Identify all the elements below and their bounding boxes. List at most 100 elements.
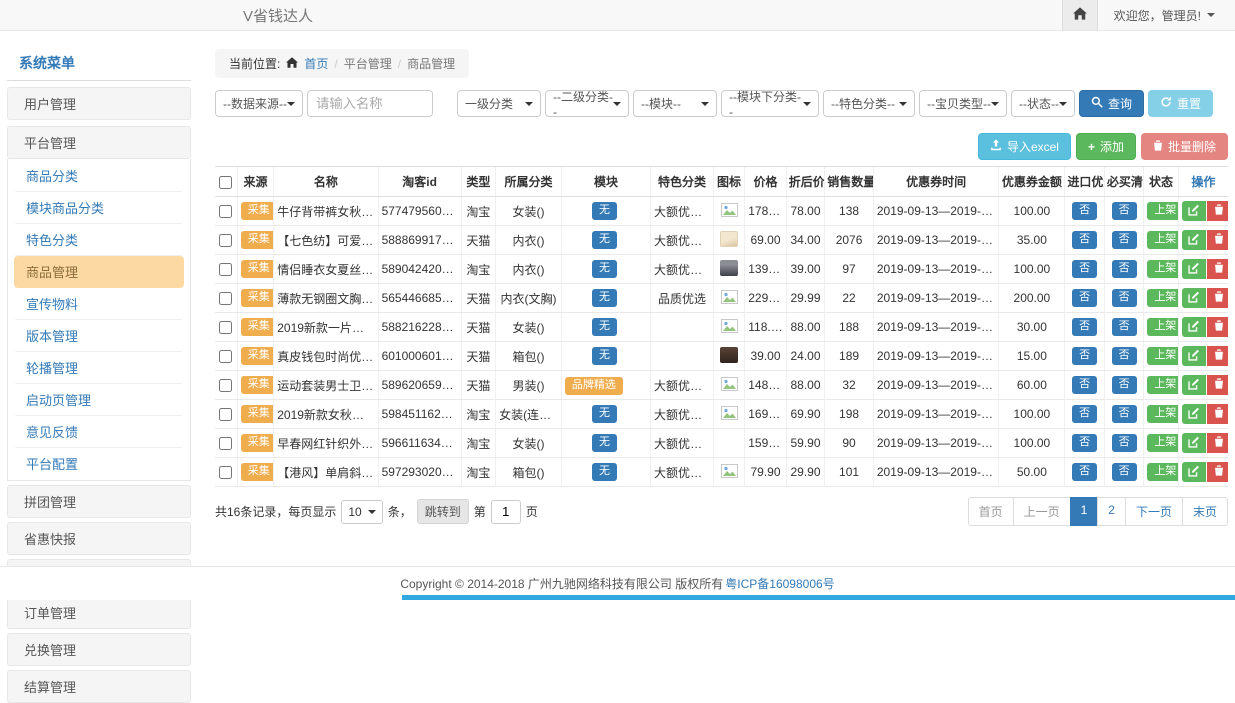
- row-checkbox[interactable]: [219, 350, 232, 363]
- edit-button[interactable]: [1182, 230, 1206, 250]
- sidebar-item-users[interactable]: 用户管理: [7, 87, 191, 120]
- import-select-toggle[interactable]: 否: [1072, 376, 1097, 394]
- filter-select[interactable]: --二级分类--: [545, 90, 629, 117]
- edit-button[interactable]: [1182, 404, 1206, 424]
- row-checkbox[interactable]: [219, 321, 232, 334]
- status-badge[interactable]: 上架: [1147, 202, 1178, 220]
- must-buy-toggle[interactable]: 否: [1112, 289, 1137, 307]
- reset-button[interactable]: 重置: [1148, 90, 1213, 117]
- status-badge[interactable]: 上架: [1147, 289, 1178, 307]
- sidebar-group-item[interactable]: 省惠快报: [7, 522, 191, 555]
- delete-button[interactable]: [1207, 462, 1228, 482]
- jump-page-input[interactable]: [491, 500, 521, 524]
- delete-button[interactable]: [1207, 288, 1228, 308]
- filter-select[interactable]: --模块--: [633, 90, 717, 117]
- must-buy-toggle[interactable]: 否: [1112, 434, 1137, 452]
- delete-button[interactable]: [1207, 317, 1228, 337]
- must-buy-toggle[interactable]: 否: [1112, 231, 1137, 249]
- delete-button[interactable]: [1207, 433, 1228, 453]
- status-badge[interactable]: 上架: [1147, 434, 1178, 452]
- must-buy-toggle[interactable]: 否: [1112, 405, 1137, 423]
- delete-button[interactable]: [1207, 404, 1228, 424]
- pagination-button[interactable]: 末页: [1182, 497, 1228, 526]
- edit-button[interactable]: [1182, 462, 1206, 482]
- sidebar-sub-item[interactable]: 意见反馈: [14, 416, 184, 448]
- import-select-toggle[interactable]: 否: [1072, 463, 1097, 481]
- import-select-toggle[interactable]: 否: [1072, 202, 1097, 220]
- pagination-button[interactable]: 上一页: [1013, 497, 1071, 526]
- import-select-toggle[interactable]: 否: [1072, 260, 1097, 278]
- sidebar-group-item[interactable]: 兑换管理: [7, 633, 191, 666]
- row-checkbox[interactable]: [219, 437, 232, 450]
- import-excel-button[interactable]: 导入excel: [978, 133, 1071, 160]
- sidebar-sub-item[interactable]: 宣传物料: [14, 288, 184, 320]
- jump-button[interactable]: 跳转到: [417, 499, 469, 524]
- must-buy-toggle[interactable]: 否: [1112, 318, 1137, 336]
- name-search-input[interactable]: [307, 90, 433, 117]
- sidebar-group-item[interactable]: 拼团管理: [7, 485, 191, 518]
- row-checkbox[interactable]: [219, 234, 232, 247]
- status-badge[interactable]: 上架: [1147, 318, 1178, 336]
- sidebar-sub-item[interactable]: 商品分类: [14, 160, 184, 192]
- sidebar-group-item[interactable]: 订单管理: [7, 596, 191, 629]
- must-buy-toggle[interactable]: 否: [1112, 376, 1137, 394]
- edit-button[interactable]: [1182, 317, 1206, 337]
- edit-button[interactable]: [1182, 375, 1206, 395]
- import-select-toggle[interactable]: 否: [1072, 405, 1097, 423]
- filter-select[interactable]: --状态--: [1011, 90, 1075, 117]
- row-checkbox[interactable]: [219, 379, 232, 392]
- import-select-toggle[interactable]: 否: [1072, 318, 1097, 336]
- import-select-toggle[interactable]: 否: [1072, 434, 1097, 452]
- pagination-button[interactable]: 首页: [968, 497, 1014, 526]
- batch-delete-button[interactable]: 批量删除: [1141, 133, 1228, 160]
- must-buy-toggle[interactable]: 否: [1112, 463, 1137, 481]
- edit-button[interactable]: [1182, 201, 1206, 221]
- row-checkbox[interactable]: [219, 292, 232, 305]
- home-button[interactable]: [1062, 0, 1098, 30]
- status-badge[interactable]: 上架: [1147, 463, 1178, 481]
- sidebar-item-platform[interactable]: 平台管理: [7, 126, 191, 159]
- row-checkbox[interactable]: [219, 205, 232, 218]
- status-badge[interactable]: 上架: [1147, 260, 1178, 278]
- filter-select[interactable]: 一级分类: [457, 90, 541, 117]
- delete-button[interactable]: [1207, 346, 1228, 366]
- must-buy-toggle[interactable]: 否: [1112, 347, 1137, 365]
- import-select-toggle[interactable]: 否: [1072, 347, 1097, 365]
- select-all-checkbox[interactable]: [219, 176, 232, 189]
- delete-button[interactable]: [1207, 230, 1228, 250]
- status-badge[interactable]: 上架: [1147, 231, 1178, 249]
- pagination-button[interactable]: 下一页: [1125, 497, 1183, 526]
- edit-button[interactable]: [1182, 346, 1206, 366]
- sidebar-group-item[interactable]: 结算管理: [7, 670, 191, 703]
- pagination-button[interactable]: 1: [1070, 497, 1099, 526]
- delete-button[interactable]: [1207, 201, 1228, 221]
- delete-button[interactable]: [1207, 259, 1228, 279]
- breadcrumb-home-link[interactable]: 首页: [304, 55, 328, 72]
- filter-select[interactable]: --宝贝类型--: [919, 90, 1007, 117]
- edit-button[interactable]: [1182, 259, 1206, 279]
- sidebar-sub-item[interactable]: 模块商品分类: [14, 192, 184, 224]
- status-badge[interactable]: 上架: [1147, 405, 1178, 423]
- sidebar-sub-item[interactable]: 轮播管理: [14, 352, 184, 384]
- user-menu[interactable]: 欢迎您，管理员!: [1098, 7, 1235, 24]
- per-page-select[interactable]: 10: [341, 500, 382, 524]
- row-checkbox[interactable]: [219, 466, 232, 479]
- filter-select[interactable]: --特色分类--: [823, 90, 915, 117]
- edit-button[interactable]: [1182, 433, 1206, 453]
- sidebar-sub-item[interactable]: 平台配置: [14, 448, 184, 479]
- sidebar-sub-item[interactable]: 版本管理: [14, 320, 184, 352]
- must-buy-toggle[interactable]: 否: [1112, 260, 1137, 278]
- pagination-button[interactable]: 2: [1097, 497, 1126, 526]
- sidebar-sub-item[interactable]: 启动页管理: [14, 384, 184, 416]
- search-button[interactable]: 查询: [1079, 90, 1144, 117]
- row-checkbox[interactable]: [219, 263, 232, 276]
- delete-button[interactable]: [1207, 375, 1228, 395]
- sidebar-sub-item[interactable]: 特色分类: [14, 224, 184, 256]
- icp-link[interactable]: 粤ICP备16098006号: [725, 575, 834, 592]
- filter-select[interactable]: --模块下分类--: [721, 90, 819, 117]
- row-checkbox[interactable]: [219, 408, 232, 421]
- data-source-select[interactable]: --数据来源--: [215, 90, 303, 117]
- import-select-toggle[interactable]: 否: [1072, 231, 1097, 249]
- status-badge[interactable]: 上架: [1147, 376, 1178, 394]
- status-badge[interactable]: 上架: [1147, 347, 1178, 365]
